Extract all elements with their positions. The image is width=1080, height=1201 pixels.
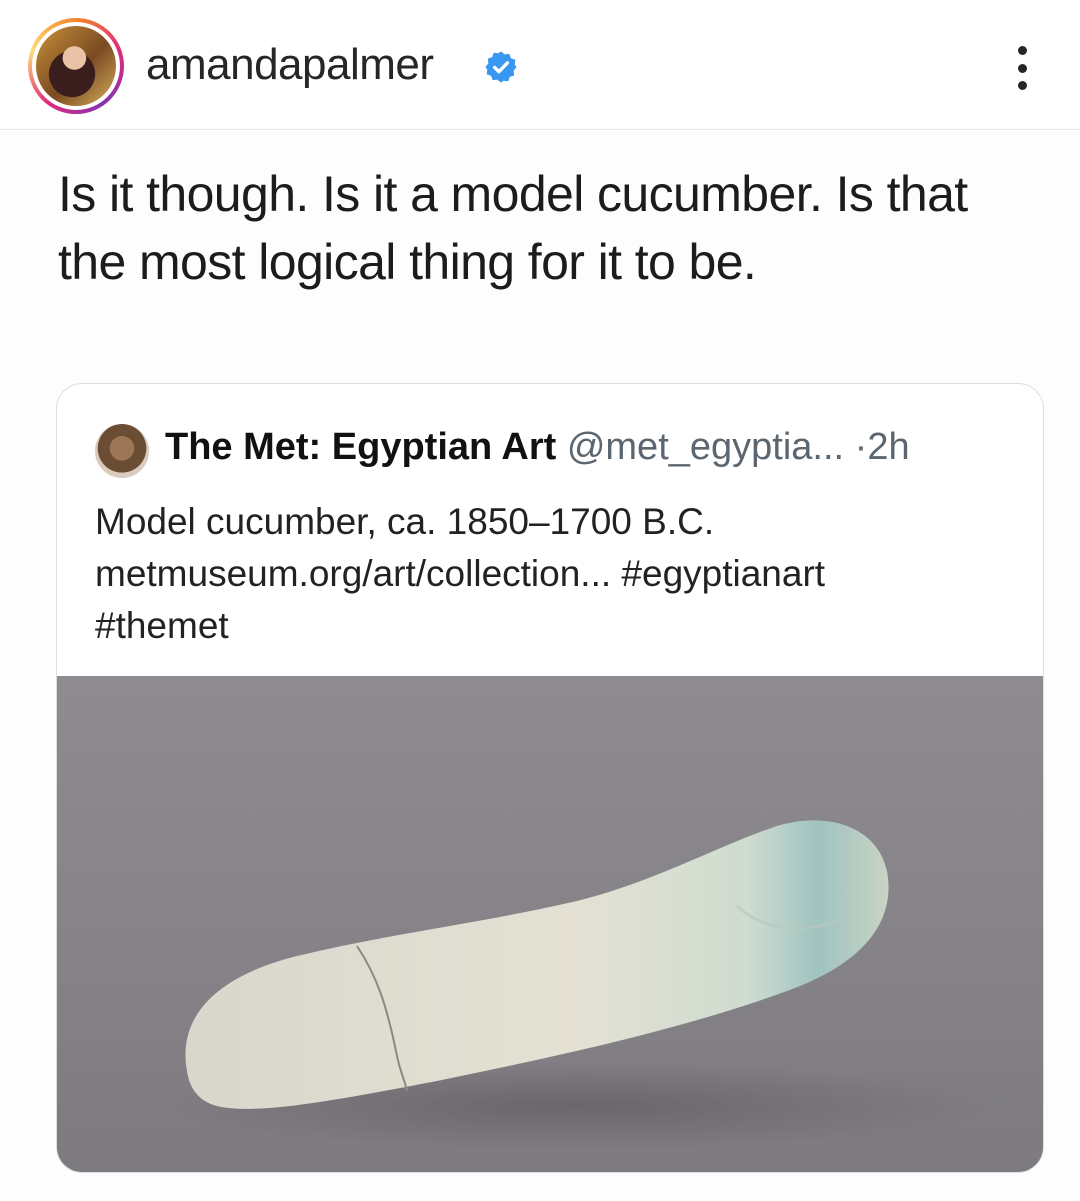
quoted-text-line: Model cucumber, ca. 1850–1700 B.C. bbox=[95, 501, 715, 542]
more-options-button[interactable] bbox=[1008, 40, 1036, 96]
quoted-tweet-header: The Met: Egyptian Art @met_egyptia... ·2… bbox=[165, 426, 910, 469]
quoted-author-handle[interactable]: @met_egyptia... bbox=[567, 426, 844, 468]
verified-badge-icon bbox=[485, 51, 517, 83]
profile-avatar[interactable] bbox=[28, 18, 124, 114]
quoted-text-line: #themet bbox=[95, 605, 229, 646]
model-cucumber-photo[interactable] bbox=[57, 676, 1044, 1173]
post-header: amandapalmer bbox=[0, 0, 1080, 130]
quoted-text-line: metmuseum.org/art/collection... #egyptia… bbox=[95, 553, 826, 594]
quoted-time: 2h bbox=[867, 426, 910, 468]
separator-dot: · bbox=[854, 426, 868, 468]
quoted-tweet-text: Model cucumber, ca. 1850–1700 B.C. metmu… bbox=[95, 496, 1015, 652]
tweet-text: Is it though. Is it a model cucumber. Is… bbox=[58, 166, 968, 290]
username-link[interactable]: amandapalmer bbox=[146, 40, 434, 90]
quoted-tweet-card[interactable]: The Met: Egyptian Art @met_egyptia... ·2… bbox=[56, 383, 1044, 1173]
quoted-author-name[interactable]: The Met: Egyptian Art bbox=[165, 426, 556, 468]
avatar-image bbox=[36, 26, 116, 106]
met-avatar[interactable] bbox=[95, 424, 149, 478]
more-vertical-icon bbox=[1017, 46, 1027, 55]
